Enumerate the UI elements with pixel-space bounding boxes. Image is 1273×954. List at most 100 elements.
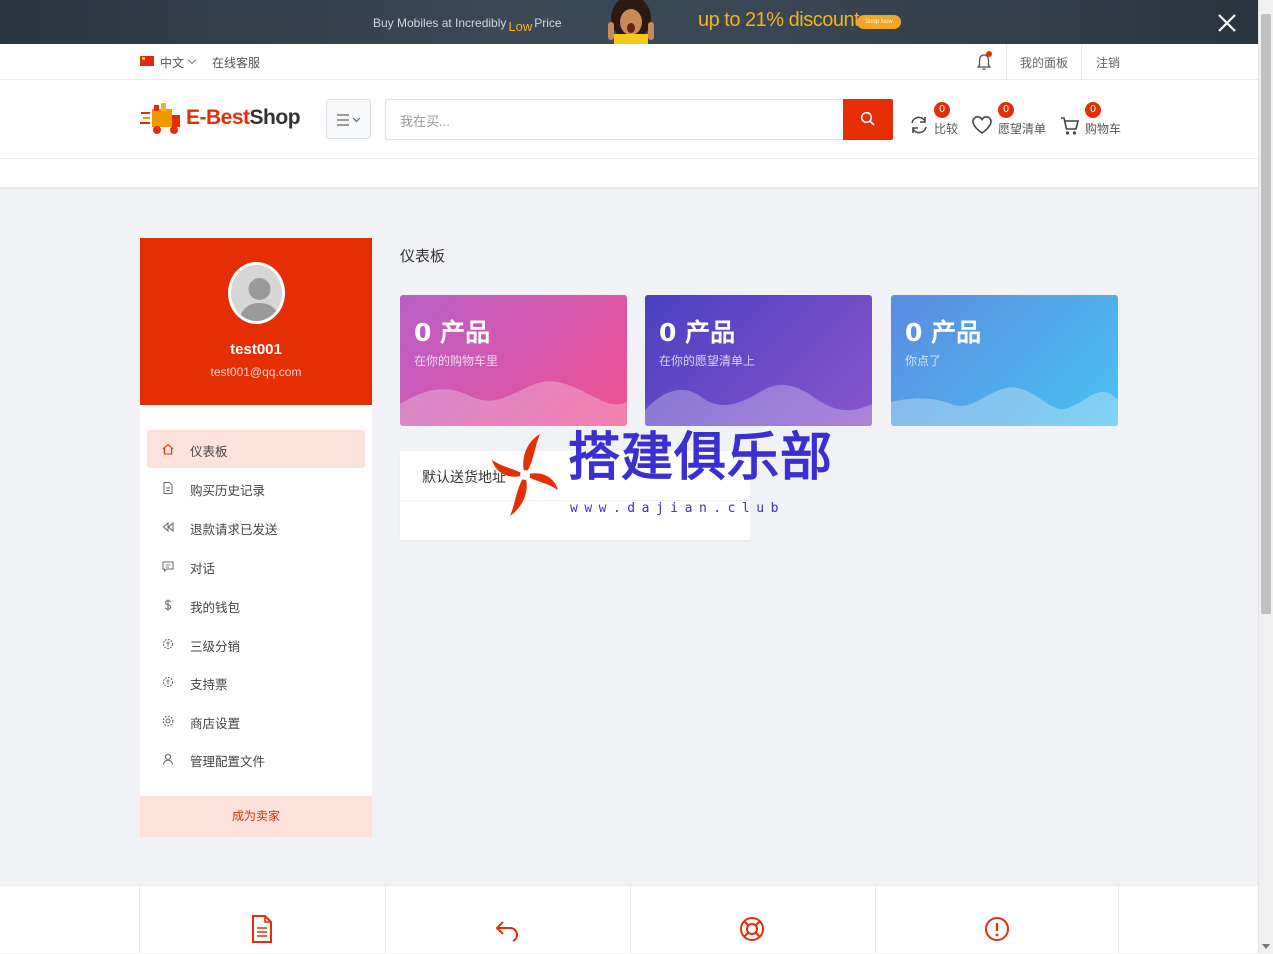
- return-arrow-icon: [495, 921, 519, 942]
- stat-subtitle: 你点了: [905, 354, 942, 368]
- sidebar-item-label: 三级分销: [190, 639, 241, 654]
- sidebar-item-shop-settings[interactable]: 商店设置: [147, 702, 365, 740]
- stat-wave-decoration: [645, 384, 872, 426]
- close-icon[interactable]: [1216, 12, 1238, 34]
- scroll-down-arrow[interactable]: [1262, 944, 1270, 949]
- page-title: 仪表板: [400, 247, 446, 265]
- watermark-text: 搭建俱乐部: [568, 428, 834, 488]
- promo-banner[interactable]: Buy Mobiles at Incredibly Low Price up to …: [0, 0, 1258, 44]
- sidebar-item-label: 我的钱包: [190, 600, 241, 615]
- shop-now-button[interactable]: Shop Now: [857, 15, 901, 29]
- file-icon: [163, 482, 173, 494]
- search-input[interactable]: 我在买...: [385, 99, 843, 140]
- cart-count-badge: 0: [1085, 102, 1101, 118]
- sidebar-item-label: 商店设置: [190, 716, 241, 731]
- sidebar-item-affiliate[interactable]: 三级分销: [147, 625, 365, 663]
- rewind-icon: [162, 521, 174, 533]
- search-button[interactable]: [843, 99, 893, 140]
- sidebar-menu: 仪表板 购买历史记录 退款请求已发送 对话 我的钱包 三级分销 支持票 商店设置…: [140, 405, 372, 796]
- top-utility-bar: 中文 在线客服 我的面板 注销: [0, 44, 1258, 80]
- language-selector[interactable]: 中文: [160, 54, 184, 71]
- divider: [1081, 44, 1082, 80]
- user-icon: [163, 753, 173, 765]
- sidebar-item-label: 对话: [190, 561, 216, 576]
- footer-col-returns[interactable]: [385, 886, 630, 954]
- footer-col-notice[interactable]: [875, 886, 1119, 954]
- dollar-icon: [164, 599, 172, 611]
- footer-col-support[interactable]: [630, 886, 875, 954]
- sidebar-item-wallet[interactable]: 我的钱包: [147, 586, 365, 624]
- profile-email: test001@qq.com: [210, 365, 302, 379]
- hamburger-icon: [337, 114, 361, 126]
- promo-price: Price: [534, 16, 562, 30]
- stat-subtitle: 在你的购物车里: [414, 354, 499, 368]
- stat-card-orders: 0 产品 你点了: [891, 295, 1118, 426]
- cart-icon[interactable]: [1059, 109, 1081, 143]
- wishlist-label[interactable]: 愿望清单: [998, 120, 1046, 137]
- compare-count-badge: 0: [934, 102, 950, 118]
- profile-username: test001: [230, 341, 282, 358]
- category-menu-button[interactable]: [326, 99, 371, 139]
- footer-col-terms[interactable]: [139, 886, 385, 954]
- stat-card-cart: 0 产品 在你的购物车里: [400, 295, 627, 426]
- sidebar-item-label: 管理配置文件: [190, 754, 266, 769]
- badge-icon: [163, 639, 173, 649]
- footer-features: [0, 885, 1258, 954]
- logo-e-best: E-Best: [186, 106, 250, 129]
- become-seller-button[interactable]: 成为卖家: [140, 796, 372, 837]
- avatar: [228, 262, 285, 324]
- sidebar-item-conversations[interactable]: 对话: [147, 547, 365, 585]
- watermark-url: www.dajian.club: [570, 501, 785, 516]
- sidebar-item-label: 仪表板: [190, 444, 228, 459]
- compare-icon[interactable]: [908, 108, 930, 142]
- sidebar-item-label: 退款请求已发送: [190, 522, 278, 537]
- promo-left-text: Buy Mobiles at Incredibly Low Price: [373, 15, 562, 34]
- sidebar-item-support-ticket[interactable]: 支持票: [147, 663, 365, 701]
- sidebar-item-manage-profile[interactable]: 管理配置文件: [147, 740, 365, 778]
- sidebar-item-purchase-history[interactable]: 购买历史记录: [147, 469, 365, 507]
- delivery-truck-logo-icon[interactable]: [140, 99, 182, 139]
- chat-icon: [162, 561, 174, 573]
- promo-person-image: [608, 0, 654, 44]
- badge-icon: [163, 677, 173, 687]
- my-dashboard-link[interactable]: 我的面板: [1020, 54, 1068, 71]
- profile-card: test001 test001@qq.com: [140, 238, 372, 405]
- stat-subtitle: 在你的愿望清单上: [659, 354, 756, 368]
- heart-icon[interactable]: [971, 108, 993, 142]
- category-nav-bar: [0, 159, 1258, 189]
- stat-count: 0 产品: [414, 318, 491, 347]
- promo-slogan: Buy Mobiles at Incredibly: [373, 16, 507, 30]
- gear-icon: [162, 715, 174, 727]
- divider: [1006, 44, 1007, 80]
- site-logo-text[interactable]: E-BestShop: [186, 106, 301, 130]
- sidebar-item-refund-requests[interactable]: 退款请求已发送: [147, 508, 365, 546]
- home-icon: [162, 443, 174, 455]
- logo-shop: Shop: [249, 106, 301, 129]
- sidebar-item-label: 购买历史记录: [190, 483, 266, 498]
- promo-discount: up to 21% discount: [698, 9, 860, 31]
- stat-count: 0 产品: [905, 318, 982, 347]
- user-silhouette-icon: [231, 265, 282, 321]
- watermark-logo: [492, 434, 558, 516]
- cart-label[interactable]: 购物车: [1085, 120, 1121, 137]
- scrollbar-thumb[interactable]: [1261, 14, 1271, 614]
- main-header: E-BestShop 我在买... 0 比较 0 愿望清单 0 购物车: [0, 80, 1258, 159]
- compare-label[interactable]: 比较: [934, 120, 958, 137]
- sidebar-item-label: 支持票: [190, 677, 228, 692]
- stat-count: 0 产品: [659, 318, 736, 347]
- stat-card-wishlist: 0 产品 在你的愿望清单上: [645, 295, 872, 426]
- logout-link[interactable]: 注销: [1096, 54, 1120, 71]
- online-service-link[interactable]: 在线客服: [212, 54, 260, 71]
- stat-wave-decoration: [400, 381, 627, 426]
- search-icon: [860, 111, 875, 126]
- chevron-down-icon[interactable]: [187, 55, 197, 65]
- promo-low: Low: [508, 19, 533, 34]
- stat-wave-decoration: [891, 387, 1118, 426]
- china-flag-icon: [140, 56, 154, 66]
- alert-circle-icon: [985, 917, 1009, 941]
- vertical-scrollbar[interactable]: [1258, 0, 1273, 953]
- lifebuoy-icon: [740, 917, 764, 941]
- wishlist-count-badge: 0: [998, 102, 1014, 118]
- sidebar-item-dashboard[interactable]: 仪表板: [147, 430, 365, 468]
- document-icon: [252, 915, 272, 943]
